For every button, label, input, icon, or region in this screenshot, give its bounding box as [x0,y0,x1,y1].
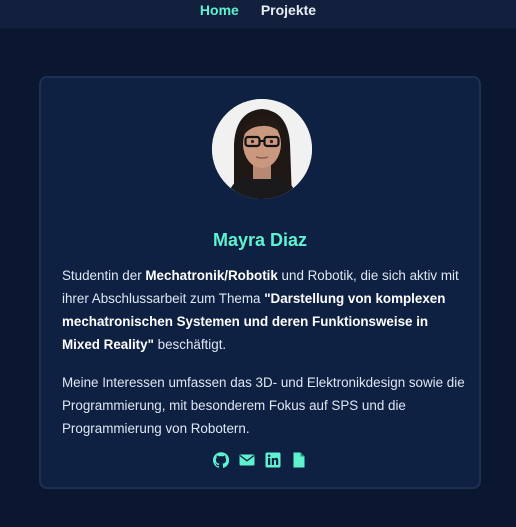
top-navbar: Home Projekte [0,0,516,29]
profile-card: Mayra Diaz Studentin der Mechatronik/Rob… [39,76,481,489]
profile-avatar [212,99,312,199]
email-link[interactable] [239,452,255,468]
nav-projekte-link[interactable]: Projekte [261,3,316,17]
bio1-text-1: Studentin der [62,268,146,283]
bio-paragraph-2: Meine Interessen umfassen das 3D- und El… [62,375,465,436]
envelope-icon [239,454,255,466]
linkedin-link[interactable] [265,452,281,468]
social-links [41,452,479,468]
profile-name: Mayra Diaz [212,230,308,250]
github-link[interactable] [213,452,229,468]
cv-file-link[interactable] [291,452,307,468]
github-icon [213,452,229,468]
bio-paragraph-1: Studentin der Mechatronik/Robotik und Ro… [62,264,468,356]
file-icon [293,452,305,468]
bio1-text-3: beschäftigt. [153,337,227,352]
bio1-bold-1: Mechatronik/Robotik [145,268,278,283]
profile-photo [212,99,312,199]
linkedin-icon [265,452,281,468]
nav-home-link[interactable]: Home [200,3,239,17]
